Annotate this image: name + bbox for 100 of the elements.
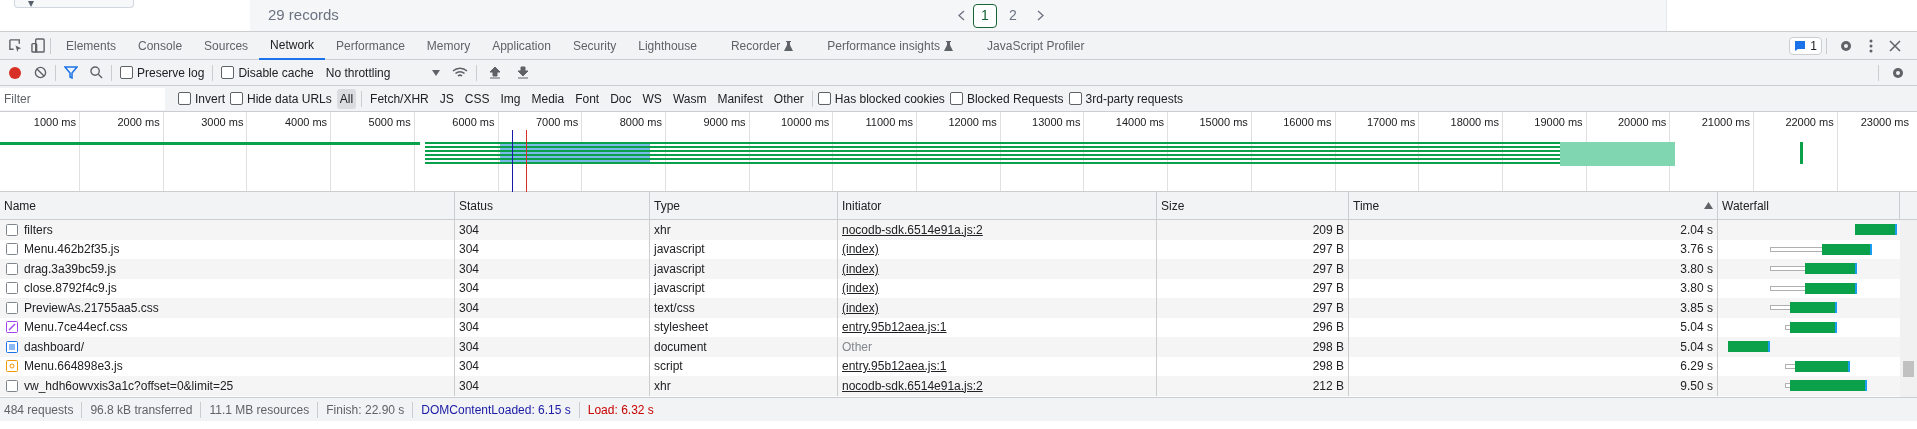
file-icon: [6, 282, 18, 295]
panel-tab[interactable]: Sources: [193, 31, 260, 60]
checkbox[interactable]: [230, 92, 243, 105]
checkbox[interactable]: [949, 92, 963, 105]
timeline-tick-label: 21000 ms: [1701, 115, 1750, 130]
record-icon[interactable]: [8, 65, 22, 80]
status-summary: 484 requests: [4, 401, 74, 419]
resource-type-filter[interactable]: Manifest: [714, 88, 766, 109]
records-count: 29 records: [268, 5, 340, 26]
filter-field[interactable]: Filter: [0, 87, 165, 110]
device-toolbar-icon[interactable]: [31, 38, 46, 53]
initiator-link[interactable]: (index): [842, 298, 879, 317]
resource-type-filter[interactable]: Fetch/XHR: [367, 88, 432, 109]
load-marker: [526, 130, 527, 192]
request-name[interactable]: filters: [24, 220, 53, 239]
resource-type-filter[interactable]: All: [336, 88, 357, 109]
clear-icon[interactable]: [34, 66, 47, 79]
resource-type-filter[interactable]: WS: [639, 88, 665, 109]
status-cell-text: 304: [459, 241, 480, 259]
column-header[interactable]: Time: [1349, 192, 1718, 219]
panel-tab[interactable]: Performance insights: [816, 31, 965, 60]
settings-icon[interactable]: [1839, 38, 1853, 53]
initiator-link[interactable]: entry.95b12aea.js:1: [842, 357, 947, 376]
close-icon[interactable]: [1889, 39, 1901, 52]
checkbox[interactable]: [120, 66, 133, 79]
upload-icon[interactable]: [489, 66, 502, 79]
status-cell-text: 304: [459, 319, 480, 337]
issues-button[interactable]: 1: [1789, 36, 1822, 55]
initiator-link[interactable]: (index): [842, 279, 879, 298]
initiator-link[interactable]: nocodb-sdk.6514e91a.js:2: [842, 220, 983, 239]
panel-tab[interactable]: JavaScript Profiler: [976, 31, 1096, 60]
checkbox[interactable]: [221, 66, 235, 79]
filter-option[interactable]: Blocked Requests: [949, 89, 1064, 108]
panel-tab[interactable]: Performance: [325, 31, 416, 60]
time-cell-text: 3.85 s: [1680, 299, 1713, 317]
throttling-dropdown[interactable]: No throttling: [325, 63, 441, 82]
resource-type-filter[interactable]: Font: [572, 88, 603, 109]
time-cell-text: 3.76 s: [1680, 241, 1713, 259]
panel-tab[interactable]: Application: [481, 31, 562, 60]
status-cell-text: 304: [459, 358, 480, 376]
next-page-icon[interactable]: [1037, 10, 1044, 21]
panel-tab[interactable]: Memory: [415, 31, 482, 60]
request-name[interactable]: vw_hdh6owvxis3a1c?offset=0&limit=25: [24, 376, 234, 395]
inspect-element-icon[interactable]: [8, 38, 23, 53]
request-name[interactable]: Menu.7ce44ecf.css: [24, 318, 128, 337]
type-cell-text: javascript: [654, 260, 705, 278]
network-conditions-icon[interactable]: [452, 66, 469, 79]
resource-type-filter[interactable]: JS: [436, 88, 457, 109]
resource-type-filter[interactable]: Img: [497, 88, 524, 109]
column-header[interactable]: Type: [650, 192, 838, 219]
filter-option[interactable]: 3rd-party requests: [1068, 89, 1183, 108]
panel-tab[interactable]: Recorder: [719, 31, 805, 60]
download-icon[interactable]: [517, 66, 530, 79]
request-name[interactable]: Menu.462b2f35.js: [24, 240, 120, 259]
search-icon[interactable]: [90, 66, 103, 79]
dropdown-caret-icon: [432, 69, 441, 76]
settings-icon[interactable]: [1891, 65, 1905, 80]
resource-type-filter[interactable]: Wasm: [669, 88, 710, 109]
panel-tab[interactable]: Elements: [55, 31, 128, 60]
more-options-icon[interactable]: [1869, 38, 1873, 53]
request-name[interactable]: drag.3a39bc59.js: [24, 259, 117, 278]
disable-cache-option[interactable]: Disable cache: [221, 63, 314, 82]
panel-tab[interactable]: Console: [127, 31, 194, 60]
scrollbar[interactable]: [1900, 220, 1917, 397]
invert-option[interactable]: Invert: [178, 89, 225, 108]
checkbox[interactable]: [817, 92, 831, 105]
initiator-link[interactable]: nocodb-sdk.6514e91a.js:2: [842, 376, 983, 395]
resource-type-filter[interactable]: Other: [770, 88, 807, 109]
column-header[interactable]: Size: [1157, 192, 1349, 219]
checkbox[interactable]: [1068, 92, 1082, 105]
resource-type-filter[interactable]: Doc: [607, 88, 635, 109]
column-header[interactable]: Initiator: [838, 192, 1157, 219]
waterfall-bar-drawing: [1770, 301, 1838, 314]
status-cell-text: 304: [459, 280, 480, 298]
initiator-cell-text: Other: [842, 338, 872, 356]
panel-tab[interactable]: Security: [561, 31, 628, 60]
request-name[interactable]: close.8792f4c9.js: [24, 279, 117, 298]
preserve-log-option[interactable]: Preserve log: [120, 63, 205, 82]
request-name[interactable]: dashboard/: [24, 337, 85, 356]
previous-page-icon[interactable]: [958, 10, 965, 21]
column-header[interactable]: Name: [0, 192, 455, 219]
checkbox-label: Blocked Requests: [966, 90, 1064, 108]
page-button[interactable]: 2: [1001, 3, 1025, 28]
initiator-link[interactable]: (index): [842, 259, 879, 278]
filter-icon[interactable]: [64, 66, 78, 79]
hide-data-urls-option[interactable]: Hide data URLs: [230, 89, 332, 108]
request-name[interactable]: Menu.664898e3.js: [24, 357, 123, 376]
resource-type-filter[interactable]: CSS: [461, 88, 493, 109]
filter-option[interactable]: Has blocked cookies: [817, 89, 945, 108]
initiator-link[interactable]: (index): [842, 240, 879, 259]
resource-type-filter[interactable]: Media: [528, 88, 568, 109]
request-name[interactable]: PreviewAs.21755aa5.css: [24, 298, 159, 317]
checkbox[interactable]: [178, 92, 191, 105]
initiator-link[interactable]: entry.95b12aea.js:1: [842, 318, 947, 337]
status-summary: Finish: 22.90 s: [326, 401, 405, 419]
panel-tab[interactable]: Lighthouse: [627, 31, 708, 60]
timeline-tick-label: 1000 ms: [33, 115, 76, 130]
page-button[interactable]: 1: [973, 3, 997, 28]
column-header[interactable]: Status: [455, 192, 650, 219]
column-header[interactable]: Waterfall: [1718, 192, 1900, 219]
